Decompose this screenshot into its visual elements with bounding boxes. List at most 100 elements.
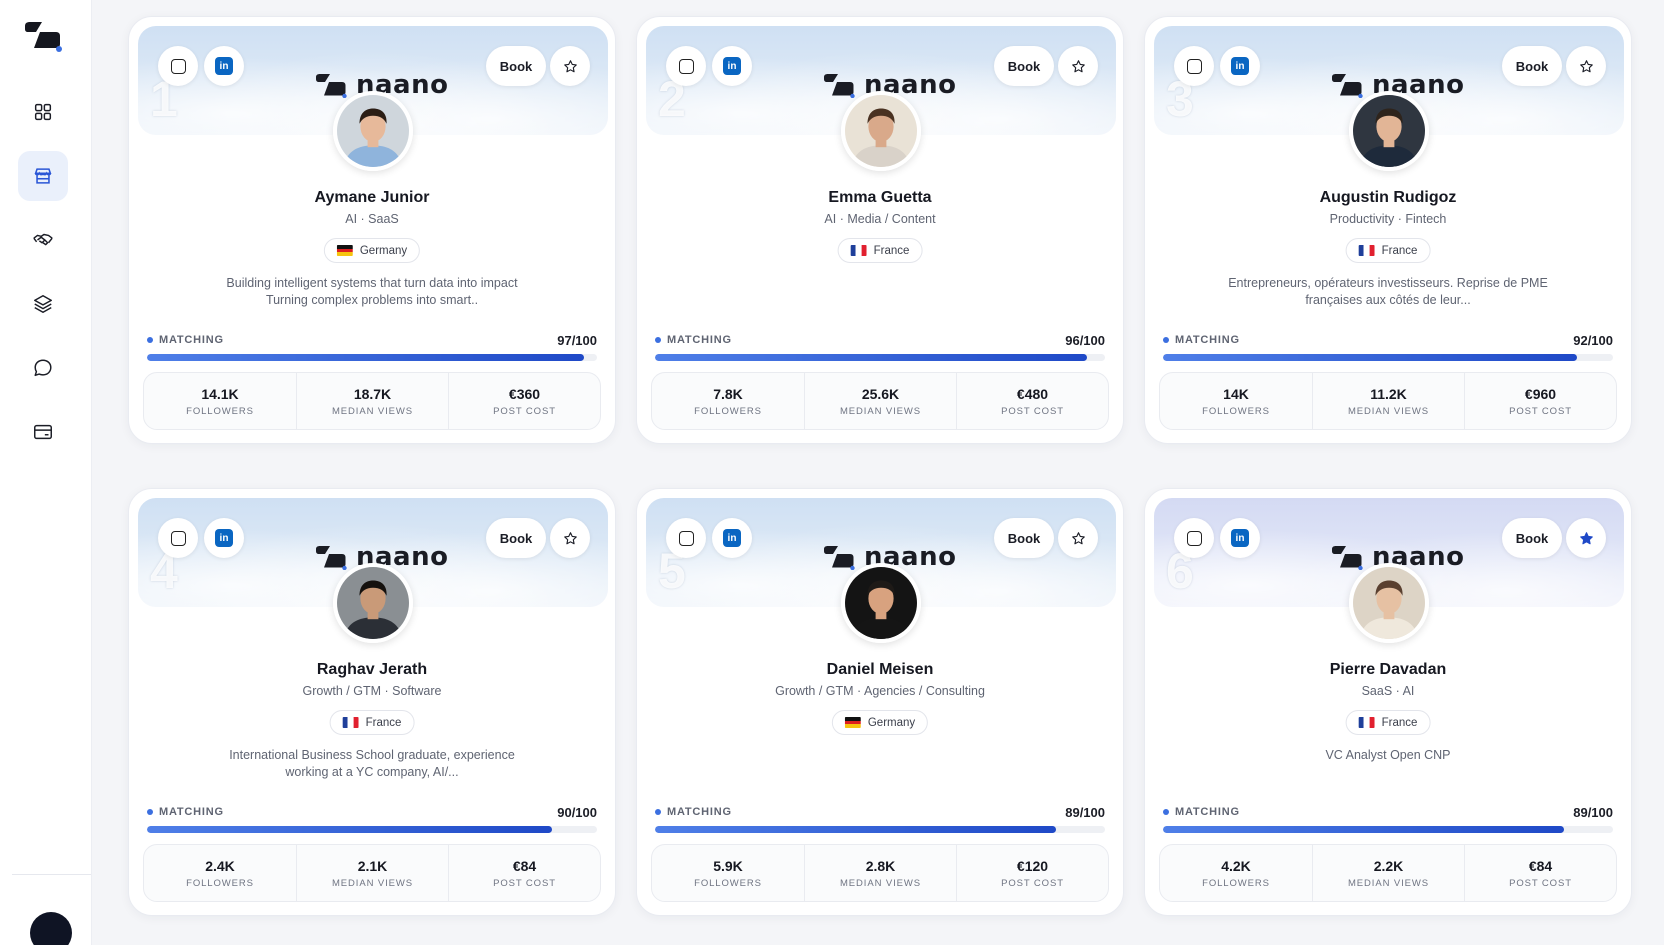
creator-name[interactable]: Aymane Junior [129, 189, 615, 207]
matching-progress-fill [1163, 354, 1577, 361]
portrait-image [337, 95, 409, 167]
creator-name[interactable]: Raghav Jerath [129, 661, 615, 679]
matching-label: MATCHING [1163, 334, 1240, 346]
matching-row: MATCHING 89/100 [655, 805, 1105, 820]
followers-value: 4.2K [1221, 857, 1251, 874]
creator-avatar[interactable] [1349, 91, 1429, 171]
country-label: France [1381, 716, 1418, 729]
select-checkbox[interactable] [666, 46, 706, 86]
median-views-label: MEDIAN VIEWS [1347, 877, 1429, 889]
naano-logo-icon [1332, 74, 1363, 98]
select-checkbox[interactable] [1174, 46, 1214, 86]
linkedin-button[interactable]: in [712, 518, 752, 558]
book-button[interactable]: Book [1502, 518, 1562, 558]
matching-label: MATCHING [655, 806, 732, 818]
linkedin-button[interactable]: in [1220, 518, 1260, 558]
book-button[interactable]: Book [1502, 46, 1562, 86]
matching-progress-fill [1163, 826, 1564, 833]
portrait-image [845, 95, 917, 167]
creator-niche: Productivity · Fintech [1329, 212, 1447, 226]
post-cost-label: POST COST [1001, 405, 1064, 417]
matching-row: MATCHING 90/100 [147, 805, 597, 820]
book-button[interactable]: Book [994, 518, 1054, 558]
nav-campaigns[interactable] [18, 279, 68, 329]
france-flag-icon [1358, 717, 1375, 728]
creator-grid: 1 in naano Book Aymane Junior AI · SaaS [128, 16, 1632, 916]
book-button[interactable]: Book [486, 46, 546, 86]
nav-marketplace[interactable] [18, 151, 68, 201]
creator-avatar[interactable] [1349, 563, 1429, 643]
linkedin-button[interactable]: in [712, 46, 752, 86]
select-checkbox[interactable] [666, 518, 706, 558]
nav-collaborations[interactable] [18, 215, 68, 265]
matching-progress-bar [1163, 354, 1613, 361]
followers-label: FOLLOWERS [694, 405, 762, 417]
creator-bio: International Business School graduate, … [229, 748, 515, 779]
app-logo-icon[interactable] [22, 20, 64, 52]
favorite-button[interactable] [550, 46, 590, 86]
select-checkbox[interactable] [158, 46, 198, 86]
creator-card-5[interactable]: 5 in naano Book Daniel Meisen Growth / G… [636, 488, 1124, 916]
checkbox-icon [1186, 58, 1202, 74]
france-flag-icon [1358, 245, 1375, 256]
creator-card-6[interactable]: 6 in naano Book Pierre Davadan SaaS · AI [1144, 488, 1632, 916]
stat-median-views: 25.6K MEDIAN VIEWS [804, 373, 956, 429]
matching-label: MATCHING [655, 334, 732, 346]
creator-name[interactable]: Daniel Meisen [637, 661, 1123, 679]
matching-score: 97/100 [557, 332, 597, 348]
creator-bio: VC Analyst Open CNP [1325, 748, 1451, 762]
select-checkbox[interactable] [1174, 518, 1214, 558]
matching-label: MATCHING [147, 806, 224, 818]
linkedin-button[interactable]: in [1220, 46, 1260, 86]
nav-dashboard[interactable] [18, 87, 68, 137]
star-icon [1071, 531, 1085, 544]
post-cost-label: POST COST [1509, 405, 1572, 417]
favorite-button[interactable] [1058, 518, 1098, 558]
linkedin-button[interactable]: in [204, 46, 244, 86]
creator-avatar[interactable] [841, 91, 921, 171]
country-label: France [873, 244, 910, 257]
linkedin-icon: in [723, 57, 741, 75]
book-button[interactable]: Book [486, 518, 546, 558]
creator-card-3[interactable]: 3 in naano Book Augustin Rudigoz Product… [1144, 16, 1632, 444]
marketplace-store-icon [34, 168, 52, 184]
matching-text: MATCHING [1175, 806, 1240, 818]
country-badge: Germany [323, 238, 421, 263]
creator-name[interactable]: Emma Guetta [637, 189, 1123, 207]
nav-billing[interactable] [18, 407, 68, 457]
creator-card-2[interactable]: 2 in naano Book Emma Guetta AI · Media /… [636, 16, 1124, 444]
country-label: Germany [867, 716, 916, 729]
linkedin-icon: in [215, 57, 233, 75]
favorite-button[interactable] [1566, 46, 1606, 86]
stats-panel: 4.2K FOLLOWERS 2.2K MEDIAN VIEWS €84 POS… [1159, 844, 1617, 902]
stat-followers: 2.4K FOLLOWERS [144, 845, 296, 901]
naano-logo-icon [824, 74, 855, 98]
matching-dot-icon [655, 337, 661, 343]
followers-label: FOLLOWERS [1202, 405, 1270, 417]
star-icon [1579, 531, 1593, 544]
creator-card-1[interactable]: 1 in naano Book Aymane Junior AI · SaaS [128, 16, 616, 444]
creator-avatar[interactable] [841, 563, 921, 643]
layers-icon [34, 295, 52, 313]
creator-name[interactable]: Pierre Davadan [1145, 661, 1631, 679]
post-cost-value: €84 [1528, 857, 1553, 874]
stat-followers: 14K FOLLOWERS [1160, 373, 1312, 429]
favorite-button[interactable] [1566, 518, 1606, 558]
nav-messages[interactable] [18, 343, 68, 393]
country-badge: France [1345, 238, 1431, 263]
post-cost-label: POST COST [1509, 877, 1572, 889]
creator-avatar[interactable] [333, 563, 413, 643]
creator-avatar[interactable] [333, 91, 413, 171]
favorite-button[interactable] [1058, 46, 1098, 86]
creator-card-4[interactable]: 4 in naano Book Raghav Jerath Growth / G… [128, 488, 616, 916]
favorite-button[interactable] [550, 518, 590, 558]
stat-median-views: 2.2K MEDIAN VIEWS [1312, 845, 1464, 901]
stat-median-views: 2.1K MEDIAN VIEWS [296, 845, 448, 901]
linkedin-button[interactable]: in [204, 518, 244, 558]
matching-text: MATCHING [159, 806, 224, 818]
user-avatar[interactable] [30, 912, 72, 945]
median-views-label: MEDIAN VIEWS [331, 405, 413, 417]
creator-name[interactable]: Augustin Rudigoz [1145, 189, 1631, 207]
book-button[interactable]: Book [994, 46, 1054, 86]
select-checkbox[interactable] [158, 518, 198, 558]
